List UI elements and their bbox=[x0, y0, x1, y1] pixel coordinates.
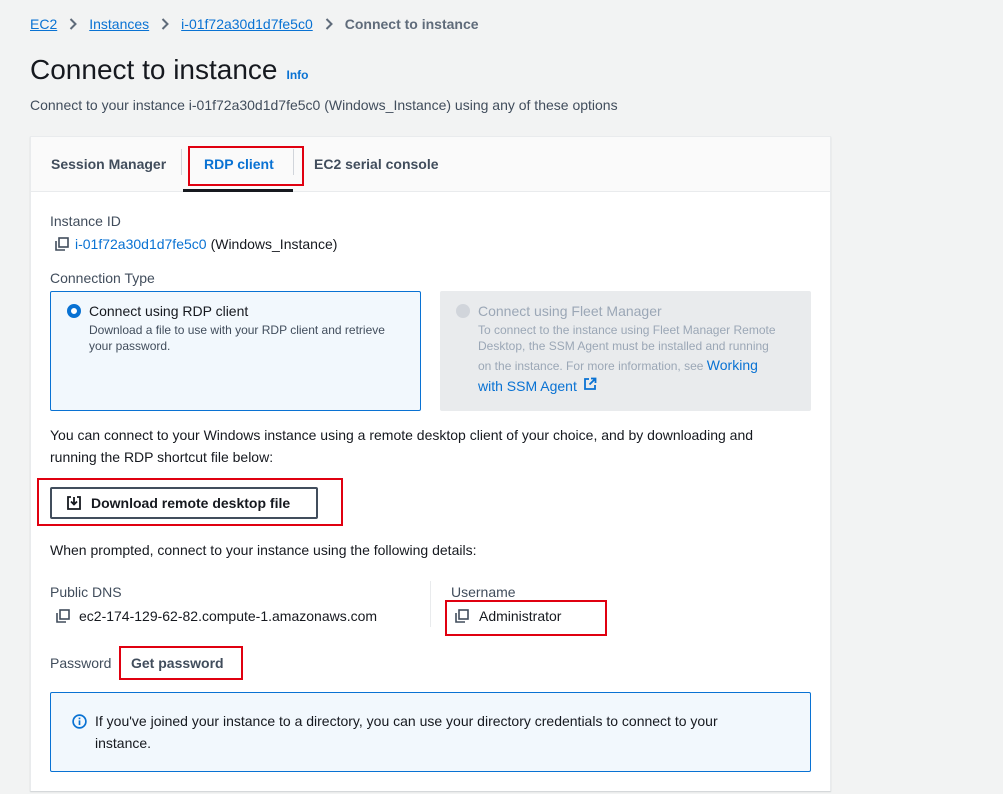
tab-bar: Session Manager RDP client EC2 serial co… bbox=[31, 137, 830, 192]
instance-id-label: Instance ID bbox=[50, 213, 121, 229]
breadcrumb-link-ec2[interactable]: EC2 bbox=[30, 16, 57, 32]
password-label: Password bbox=[50, 655, 112, 671]
info-alert: If you've joined your instance to a dire… bbox=[50, 692, 811, 772]
option-description-line: To connect to the instance using Fleet M… bbox=[478, 323, 776, 337]
alert-text-line: If you've joined your instance to a dire… bbox=[95, 713, 718, 729]
public-dns-row: ec2-174-129-62-82.compute-1.amazonaws.co… bbox=[56, 608, 377, 624]
option-description-line: your password. bbox=[89, 339, 171, 353]
connection-option-fleet-manager: Connect using Fleet Manager To connect t… bbox=[440, 291, 811, 411]
chevron-right-icon bbox=[69, 18, 78, 30]
tab-rdp-client[interactable]: RDP client bbox=[204, 156, 274, 172]
connection-type-label: Connection Type bbox=[50, 270, 155, 286]
download-icon bbox=[67, 496, 81, 510]
working-with-ssm-link[interactable]: with SSM Agent bbox=[478, 378, 577, 394]
working-with-ssm-link[interactable]: Working bbox=[707, 357, 758, 373]
instance-id-link[interactable]: i-01f72a30d1d7fe5c0 bbox=[75, 236, 207, 252]
info-link[interactable]: Info bbox=[287, 68, 309, 82]
option-title: Connect using Fleet Manager bbox=[478, 303, 662, 319]
option-title: Connect using RDP client bbox=[89, 303, 249, 319]
download-button-label: Download remote desktop file bbox=[91, 495, 291, 511]
prompt-text: When prompted, connect to your instance … bbox=[50, 542, 477, 558]
tab-divider bbox=[293, 149, 294, 175]
connect-panel: Session Manager RDP client EC2 serial co… bbox=[30, 136, 831, 791]
breadcrumb-link-instance-id[interactable]: i-01f72a30d1d7fe5c0 bbox=[181, 16, 313, 32]
connection-option-rdp[interactable]: Connect using RDP client Download a file… bbox=[50, 291, 421, 411]
username-label: Username bbox=[451, 584, 516, 600]
get-password-button[interactable]: Get password bbox=[131, 655, 224, 671]
download-remote-desktop-file-button[interactable]: Download remote desktop file bbox=[50, 487, 318, 519]
instance-name: (Windows_Instance) bbox=[210, 236, 338, 252]
ssm-link-row: with SSM Agent bbox=[478, 377, 597, 394]
instance-id-row: i-01f72a30d1d7fe5c0 (Windows_Instance) bbox=[55, 236, 337, 252]
option-description-line: on the instance. For more information, s… bbox=[478, 357, 758, 374]
external-link-icon bbox=[583, 377, 597, 394]
copy-icon[interactable] bbox=[455, 609, 469, 623]
breadcrumb-current: Connect to instance bbox=[344, 16, 479, 32]
public-dns-value: ec2-174-129-62-82.compute-1.amazonaws.co… bbox=[79, 608, 378, 624]
option-description-text: on the instance. For more information, s… bbox=[478, 359, 704, 373]
active-tab-indicator bbox=[183, 189, 293, 192]
tab-ec2-serial-console[interactable]: EC2 serial console bbox=[314, 156, 439, 172]
chevron-right-icon bbox=[325, 18, 333, 30]
public-dns-label: Public DNS bbox=[50, 584, 122, 600]
breadcrumb-link-instances[interactable]: Instances bbox=[89, 16, 149, 32]
chevron-right-icon bbox=[161, 18, 170, 30]
page-title: Connect to instance bbox=[30, 54, 278, 85]
username-row: Administrator bbox=[455, 608, 561, 624]
copy-icon[interactable] bbox=[55, 237, 69, 251]
option-description-line: Download a file to use with your RDP cli… bbox=[89, 323, 385, 337]
tab-divider bbox=[181, 149, 182, 175]
rdp-intro-line: You can connect to your Windows instance… bbox=[50, 427, 754, 443]
copy-icon[interactable] bbox=[56, 609, 70, 623]
username-value: Administrator bbox=[479, 608, 562, 624]
breadcrumb: EC2 Instances i-01f72a30d1d7fe5c0 Connec… bbox=[30, 14, 479, 34]
radio-disabled bbox=[456, 304, 470, 318]
radio-selected[interactable] bbox=[67, 304, 81, 318]
option-description-line: Desktop, the SSM Agent must be installed… bbox=[478, 339, 769, 353]
tab-session-manager[interactable]: Session Manager bbox=[51, 156, 166, 172]
rdp-intro-line: running the RDP shortcut file below: bbox=[50, 449, 274, 465]
page-description: Connect to your instance i-01f72a30d1d7f… bbox=[30, 97, 618, 113]
info-circle-icon bbox=[72, 714, 87, 734]
page-title-row: Connect to instance Info bbox=[30, 54, 309, 86]
details-divider bbox=[430, 581, 431, 627]
alert-text-line: instance. bbox=[95, 735, 152, 751]
